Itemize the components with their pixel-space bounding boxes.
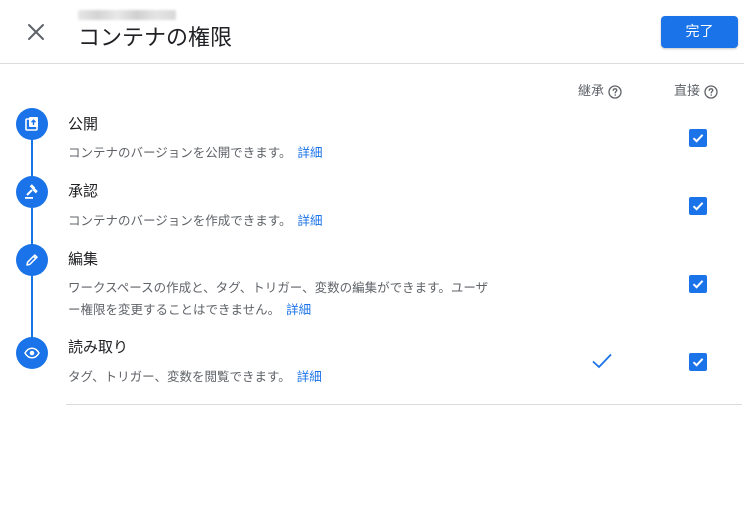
- step-approve: [16, 176, 48, 208]
- gavel-icon: [25, 184, 38, 199]
- close-icon: [28, 24, 44, 40]
- timeline-line: [31, 125, 33, 355]
- close-button[interactable]: [24, 20, 48, 44]
- column-label-direct: 直接: [674, 84, 701, 99]
- inherited-checkmark-icon: [592, 353, 612, 369]
- checkmark-icon: [692, 280, 704, 289]
- checkbox-direct-publish[interactable]: [689, 129, 707, 147]
- learn-more-link[interactable]: 詳細: [286, 302, 311, 317]
- step-publish: [16, 108, 48, 140]
- dialog-header: コンテナの権限 完了: [0, 0, 744, 64]
- pencil-icon: [26, 254, 38, 266]
- checkbox-direct-read[interactable]: [689, 353, 707, 371]
- checkmark-icon: [692, 358, 704, 367]
- checkmark-icon: [692, 134, 704, 143]
- step-read: [16, 337, 48, 369]
- role-desc-publish: コンテナのバージョンを公開できます。 詳細: [68, 142, 548, 164]
- role-desc-text: コンテナのバージョンを作成できます。: [68, 213, 292, 228]
- column-header-direct: 直接: [674, 83, 718, 101]
- role-desc-read: タグ、トリガー、変数を閲覧できます。 詳細: [68, 366, 548, 388]
- done-button[interactable]: 完了: [661, 16, 738, 48]
- checkbox-direct-edit[interactable]: [689, 275, 707, 293]
- role-desc-line-2-wrapper: ー権限を変更することはできません。 詳細: [68, 299, 548, 321]
- column-header-inherited: 継承: [578, 83, 622, 101]
- bottom-divider: [66, 404, 742, 405]
- eye-icon: [24, 347, 40, 359]
- help-icon[interactable]: [704, 85, 718, 99]
- role-title-approve: 承認: [68, 182, 99, 200]
- role-desc-line-2: ー権限を変更することはできません。: [68, 302, 281, 317]
- page-title: コンテナの権限: [78, 26, 233, 51]
- role-title-read: 読み取り: [68, 338, 129, 356]
- help-icon[interactable]: [608, 85, 622, 99]
- publish-icon: [25, 117, 38, 131]
- learn-more-link[interactable]: 詳細: [298, 145, 323, 160]
- role-desc-edit: ワークスペースの作成と、タグ、トリガー、変数の編集ができます。ユーザ ー権限を変…: [68, 277, 548, 321]
- step-edit: [16, 244, 48, 276]
- blurred-subtitle: [78, 10, 176, 20]
- checkmark-icon: [692, 202, 704, 211]
- learn-more-link[interactable]: 詳細: [298, 213, 323, 228]
- checkbox-direct-approve[interactable]: [689, 197, 707, 215]
- role-desc-approve: コンテナのバージョンを作成できます。 詳細: [68, 210, 548, 232]
- role-title-publish: 公開: [68, 115, 99, 133]
- role-desc-text: コンテナのバージョンを公開できます。: [68, 145, 292, 160]
- role-title-edit: 編集: [68, 250, 99, 268]
- learn-more-link[interactable]: 詳細: [297, 369, 322, 384]
- column-label-inherited: 継承: [578, 84, 605, 99]
- role-desc-text: タグ、トリガー、変数を閲覧できます。: [68, 369, 291, 384]
- role-desc-line-1: ワークスペースの作成と、タグ、トリガー、変数の編集ができます。ユーザ: [68, 280, 489, 295]
